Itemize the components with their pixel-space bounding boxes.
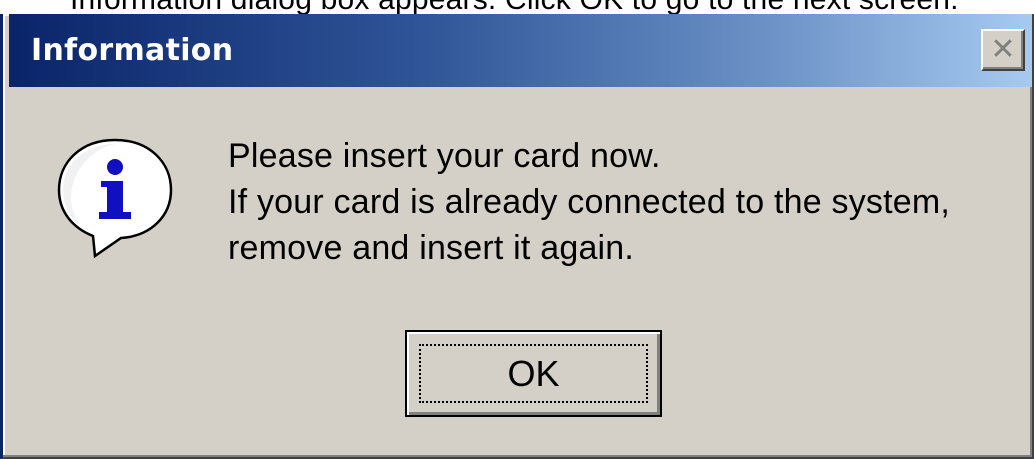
close-button[interactable]: ✕ — [981, 29, 1025, 71]
ok-button[interactable]: OK — [405, 330, 662, 417]
message-line: remove and insert it again. — [228, 229, 635, 267]
close-icon: ✕ — [990, 32, 1016, 67]
screenshot: Information dialog box appears. Click OK… — [0, 0, 1034, 459]
message-line: If your card is already connected to the… — [228, 183, 951, 221]
information-icon — [57, 138, 173, 259]
title-bar[interactable]: Information ✕ — [9, 14, 1032, 87]
dialog-title: Information — [31, 33, 234, 68]
ok-label: OK — [507, 352, 560, 394]
message-line: Please insert your card now. — [228, 137, 661, 175]
information-dialog: Information ✕ Please insert your card no… — [0, 14, 1034, 459]
dialog-message: Please insert your card now. If your car… — [228, 133, 950, 271]
focus-rectangle: OK — [419, 344, 648, 403]
